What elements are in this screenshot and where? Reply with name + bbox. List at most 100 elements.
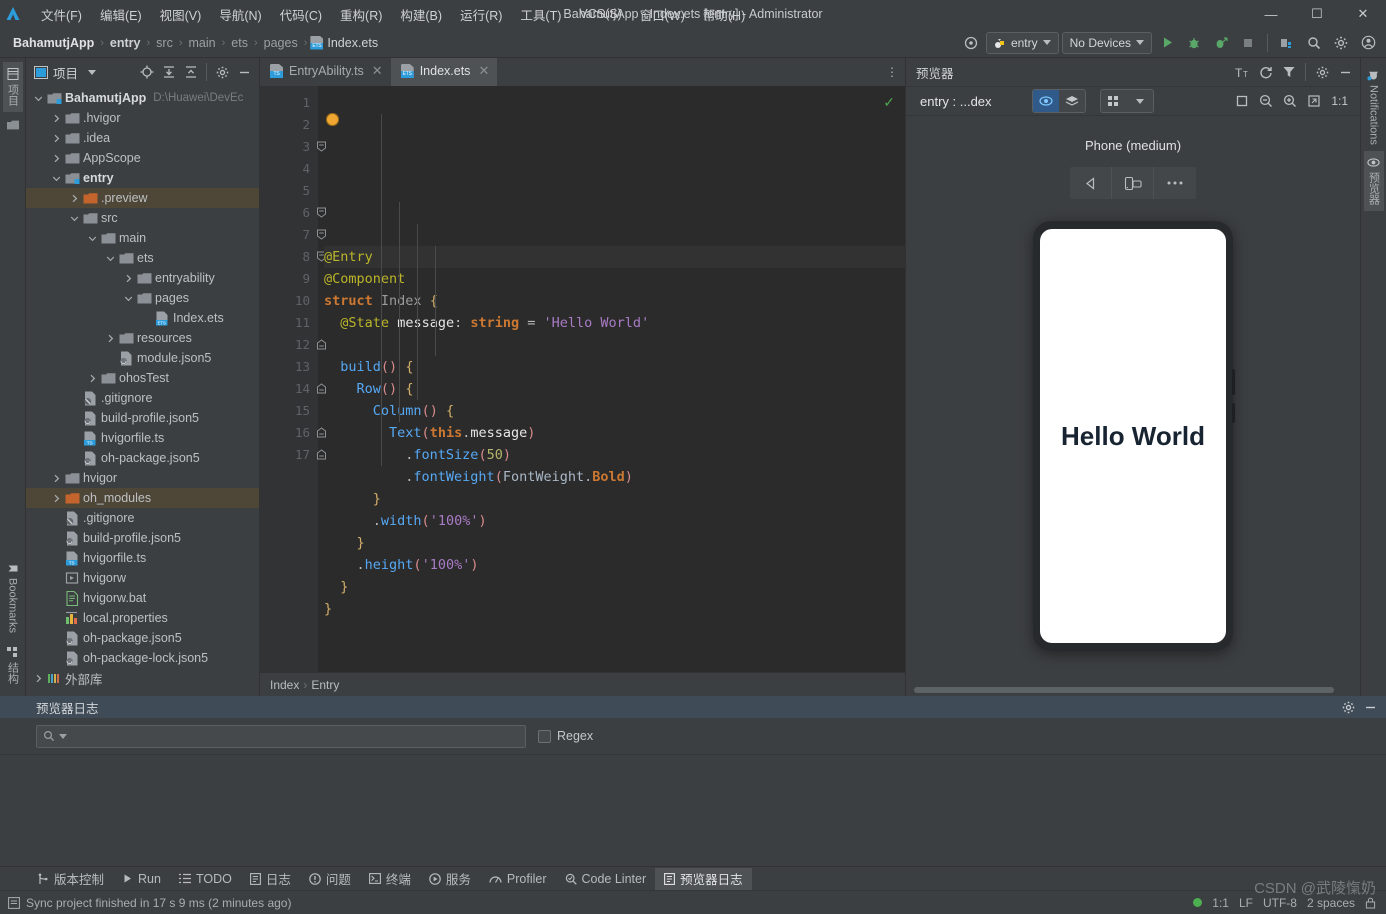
chevron-right-icon[interactable] (50, 474, 63, 483)
breadcrumb-src[interactable]: src (153, 35, 176, 51)
code-line[interactable] (324, 334, 905, 356)
search-history-chevron-down-icon[interactable] (59, 733, 67, 739)
code-editor[interactable]: 1 2 3 4 5 6 7 8 9 10 11 12 13 14 15 16 17 @Entry @Compone… (260, 86, 905, 672)
tree-row[interactable]: module.json5 (26, 348, 259, 368)
commit-icon[interactable] (2, 114, 24, 136)
maximize-button[interactable]: ☐ (1294, 0, 1340, 28)
close-icon[interactable]: ✕ (478, 63, 489, 79)
previewer-hscrollbar[interactable] (906, 684, 1360, 696)
gear-icon[interactable] (1338, 697, 1358, 717)
project-panel-title[interactable]: 项目 (34, 63, 78, 82)
caret-position[interactable]: 1:1 (1212, 896, 1229, 910)
tree-row[interactable]: oh-package-lock.json5 (26, 648, 259, 668)
tree-row[interactable]: .preview (26, 188, 259, 208)
tree-row[interactable]: ETS Index.ets (26, 308, 259, 328)
layers-icon[interactable] (1058, 90, 1085, 112)
font-size-icon[interactable]: TT (1232, 61, 1254, 83)
zoom-out-icon[interactable] (1255, 90, 1277, 112)
tree-row[interactable]: .idea (26, 128, 259, 148)
gear-icon[interactable] (212, 62, 233, 83)
tree-row[interactable]: entry (26, 168, 259, 188)
code-line[interactable]: struct Index { (324, 290, 905, 312)
chevron-down-icon[interactable] (1126, 90, 1153, 112)
chevron-down-icon[interactable] (50, 174, 63, 183)
indent-setting[interactable]: 2 spaces (1307, 896, 1355, 910)
search-everywhere-button[interactable] (1302, 32, 1326, 54)
stop-button[interactable] (1236, 32, 1260, 54)
code-line[interactable]: } (324, 598, 905, 620)
chevron-down-icon[interactable] (104, 254, 117, 263)
regex-checkbox[interactable]: Regex (538, 729, 593, 743)
chevron-right-icon[interactable] (50, 494, 63, 503)
chevron-down-icon[interactable] (32, 94, 45, 103)
code-line[interactable]: .fontWeight(FontWeight.Bold) (324, 466, 905, 488)
breadcrumb-pages[interactable]: pages (261, 35, 301, 51)
breadcrumb-main[interactable]: main (186, 35, 219, 51)
toolwindow-profiler[interactable]: Profiler (480, 868, 556, 890)
chevron-right-icon[interactable] (68, 194, 81, 203)
eye-inspect-icon[interactable] (1032, 90, 1059, 112)
code-line[interactable]: build() { (324, 356, 905, 378)
account-button[interactable] (1356, 32, 1380, 54)
target-icon[interactable] (959, 32, 983, 54)
breadcrumb-ets[interactable]: ets (228, 35, 251, 51)
hide-panel-icon[interactable] (234, 62, 255, 83)
toolwindow-code-linter[interactable]: Code Linter (556, 868, 656, 890)
breadcrumb-project[interactable]: BahamutjApp (10, 35, 97, 51)
strip-tab-previewer[interactable]: 预览器 (1363, 150, 1384, 211)
tree-row[interactable]: ohosTest (26, 368, 259, 388)
device-preview[interactable]: Hello World (1033, 221, 1235, 651)
zoom-in-icon[interactable] (1279, 90, 1301, 112)
menu-build[interactable]: 构建(B) (391, 1, 451, 28)
tree-row[interactable]: build-profile.json5 (26, 528, 259, 548)
lock-icon[interactable] (1365, 897, 1376, 909)
tree-row[interactable]: TS hvigorfile.ts (26, 548, 259, 568)
expand-icon[interactable] (1303, 90, 1325, 112)
previewer-target-label[interactable]: entry : ...dex (920, 94, 992, 109)
phone-screen[interactable]: Hello World (1040, 229, 1226, 643)
code-line[interactable]: Column() { (324, 400, 905, 422)
tree-row[interactable]: oh-package.json5 (26, 628, 259, 648)
code-line[interactable]: .height('100%') (324, 554, 905, 576)
editor-tab-entryability[interactable]: TS EntryAbility.ts ✕ (260, 58, 391, 86)
rotate-icon[interactable] (1112, 167, 1154, 199)
toolwindow-run[interactable]: Run (113, 868, 170, 890)
editor-breadcrumb-entry[interactable]: Entry (311, 678, 339, 692)
tree-row[interactable]: 外部库 (26, 668, 259, 688)
tree-row[interactable]: BahamutjApp D:\Huawei\DevEc (26, 88, 259, 108)
chevron-right-icon[interactable] (86, 374, 99, 383)
code-line[interactable]: } (324, 488, 905, 510)
breadcrumb-file[interactable]: ETS Index.ets (310, 35, 378, 50)
breadcrumb-entry[interactable]: entry (107, 35, 144, 51)
device-selector[interactable]: No Devices (1061, 31, 1152, 54)
tree-row[interactable]: pages (26, 288, 259, 308)
filter-icon[interactable] (1278, 61, 1300, 83)
code-line[interactable]: } (324, 532, 905, 554)
chevron-right-icon[interactable] (104, 334, 117, 343)
back-icon[interactable] (1070, 167, 1112, 199)
profile-button[interactable] (1209, 32, 1233, 54)
toolwindow-vcs[interactable]: 版本控制 (28, 868, 113, 890)
close-icon[interactable]: ✕ (372, 63, 383, 79)
strip-tab-notifications[interactable]: Notifications (1365, 62, 1382, 151)
menu-run[interactable]: 运行(R) (451, 1, 511, 28)
chevron-down-icon[interactable] (68, 214, 81, 223)
hide-panel-icon[interactable] (1360, 697, 1380, 717)
tree-row[interactable]: entryability (26, 268, 259, 288)
chevron-down-icon[interactable] (86, 234, 99, 243)
code-line[interactable]: @Component (324, 268, 905, 290)
tree-row[interactable]: .gitignore (26, 388, 259, 408)
more-icon[interactable] (1154, 167, 1196, 199)
device-manager-button[interactable] (1275, 32, 1299, 54)
strip-tab-structure[interactable]: 结构 (3, 641, 23, 690)
toolwindow-services[interactable]: 服务 (420, 868, 480, 890)
toolwindow-terminal[interactable]: 终端 (360, 868, 420, 890)
fit-icon[interactable] (1231, 90, 1253, 112)
code-line[interactable]: Text(this.message) (324, 422, 905, 444)
tree-row[interactable]: AppScope (26, 148, 259, 168)
project-tree[interactable]: BahamutjApp D:\Huawei\DevEc .hvigor .idea Ap… (26, 86, 259, 696)
tree-row[interactable]: hvigorw (26, 568, 259, 588)
toolwindow-log[interactable]: 日志 (241, 868, 300, 890)
code-content[interactable]: @Entry @Component struct Index { @State me… (318, 86, 905, 672)
project-view-chevron-down-icon[interactable] (88, 69, 97, 75)
